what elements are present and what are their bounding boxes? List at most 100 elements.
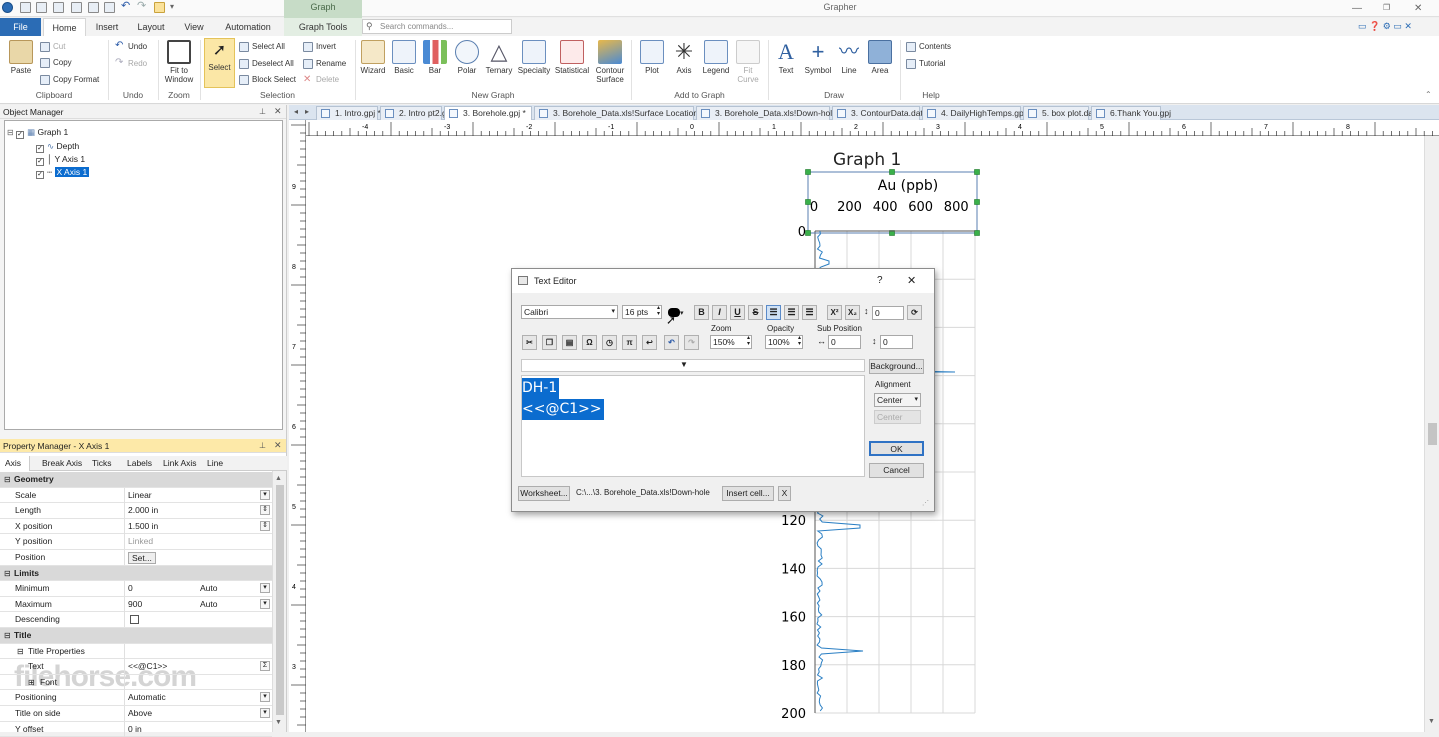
delete-button[interactable]: ✕ Delete: [303, 74, 339, 86]
property-row[interactable]: Length 2.000 in ⇕: [0, 503, 272, 519]
wizard-button[interactable]: Wizard: [357, 38, 389, 75]
tree-node-x-axis[interactable]: ✓ ┄ X Axis 1: [36, 166, 90, 179]
doc-tab[interactable]: 6.Thank You.gpj: [1091, 106, 1171, 120]
insert-symbol-button[interactable]: Ω: [582, 335, 597, 350]
refresh-button[interactable]: ⟳: [907, 305, 922, 320]
dropdown-arrow-icon[interactable]: ▾: [260, 598, 270, 609]
add-axis-button[interactable]: ✳ Axis: [670, 38, 698, 76]
property-value-secondary[interactable]: Auto: [200, 597, 218, 612]
spinner-icon[interactable]: ⇕: [260, 520, 270, 531]
align-right-button[interactable]: ☰: [802, 305, 817, 320]
invert-button[interactable]: Invert: [303, 41, 336, 53]
font-select[interactable]: Calibri ▾: [521, 305, 618, 319]
checkbox-checked-icon[interactable]: ✓: [36, 145, 44, 153]
draw-symbol-button[interactable]: + Symbol: [803, 38, 833, 76]
checkbox-checked-icon[interactable]: ✓: [36, 171, 44, 179]
copy-text-button[interactable]: ❐: [542, 335, 557, 350]
checkbox-checked-icon[interactable]: ✓: [16, 131, 25, 139]
basic-graph-button[interactable]: Basic: [390, 38, 418, 75]
tab-automation[interactable]: Automation: [216, 18, 280, 36]
superscript-button[interactable]: X²: [827, 305, 842, 320]
rename-button[interactable]: Rename: [303, 58, 346, 70]
tab-axis[interactable]: Axis: [0, 456, 30, 471]
property-value[interactable]: <<@C1>>: [128, 659, 167, 674]
collapse-icon[interactable]: ⊟: [4, 566, 11, 581]
property-row[interactable]: Descending: [0, 612, 272, 628]
dialog-close-button[interactable]: ✕: [907, 274, 916, 287]
property-value[interactable]: 0 in: [128, 722, 142, 737]
fit-to-window-button[interactable]: Fit to Window: [160, 38, 198, 84]
ok-button[interactable]: OK: [869, 441, 924, 456]
ternary-graph-button[interactable]: △ Ternary: [483, 38, 515, 76]
pin-icon[interactable]: ⊥: [259, 107, 266, 116]
property-value[interactable]: 1.500 in: [128, 519, 158, 534]
doc-tab[interactable]: 1. Intro.gpj *: [316, 106, 381, 120]
help-icon[interactable]: ❓: [1369, 21, 1380, 31]
paste-text-button[interactable]: ▤: [562, 335, 577, 350]
subscript-button[interactable]: X₂: [845, 305, 860, 320]
sum-icon[interactable]: Σ: [260, 661, 270, 672]
tree-node-graph[interactable]: ⊟ ✓ ▦ Graph 1: [7, 126, 68, 139]
redo-text-button[interactable]: ↷: [684, 335, 699, 350]
select-button[interactable]: ➚ Select: [204, 38, 235, 88]
insert-date-button[interactable]: ◷: [602, 335, 617, 350]
dropdown-arrow-icon[interactable]: ▾: [260, 583, 270, 594]
property-value[interactable]: Set...: [128, 552, 156, 564]
font-size-spinner[interactable]: 16 pts ▴ ▾: [622, 305, 662, 319]
text-edit-area[interactable]: DH-1 <<@C1>>: [521, 375, 865, 477]
undo-button[interactable]: ↶ Undo: [115, 41, 147, 53]
tab-layout[interactable]: Layout: [130, 18, 172, 36]
select-all-button[interactable]: Select All: [239, 41, 285, 53]
doc-tab[interactable]: 5. box plot.dat: [1023, 106, 1095, 120]
tree-node-y-axis[interactable]: ✓ │ Y Axis 1: [36, 153, 85, 166]
polar-graph-button[interactable]: Polar: [452, 38, 482, 75]
graph-title[interactable]: Graph 1: [833, 150, 901, 170]
property-row[interactable]: ⊞ Font: [0, 674, 272, 691]
property-row[interactable]: Minimum 0 Auto ▾: [0, 581, 272, 597]
tab-file[interactable]: File: [0, 18, 41, 36]
block-select-button[interactable]: Block Select: [239, 74, 296, 86]
deselect-all-button[interactable]: Deselect All: [239, 58, 294, 70]
strikethrough-button[interactable]: S: [748, 305, 763, 320]
bar-graph-button[interactable]: Bar: [421, 38, 449, 75]
tab-home[interactable]: Home: [43, 18, 86, 36]
settings-icon[interactable]: ⚙: [1383, 21, 1391, 31]
close-doc-icon[interactable]: ✕: [1404, 21, 1412, 31]
checkbox-checked-icon[interactable]: ✓: [36, 158, 44, 166]
property-value[interactable]: 2.000 in: [128, 503, 158, 518]
tab-line[interactable]: Line: [207, 458, 223, 468]
minimize-ribbon-icon[interactable]: ▭: [1358, 21, 1367, 31]
property-value-secondary[interactable]: Auto: [200, 581, 218, 596]
close-panel-icon[interactable]: ✕: [274, 440, 282, 451]
text-line-1[interactable]: DH-1: [522, 378, 560, 399]
doc-tab[interactable]: 3. Borehole_Data.xls!Down-hole: [696, 106, 837, 120]
property-row[interactable]: Y offset 0 in: [0, 721, 272, 737]
property-value[interactable]: Linear: [128, 488, 152, 503]
insert-link-button[interactable]: ↩: [642, 335, 657, 350]
redo-button[interactable]: ↷ Redo: [115, 58, 147, 70]
property-row[interactable]: Position Set...: [0, 550, 272, 566]
dropdown-arrow-icon[interactable]: ▾: [260, 692, 270, 703]
draw-line-button[interactable]: 〰 Line: [835, 38, 863, 75]
align-left-button[interactable]: ☰: [766, 305, 781, 320]
property-value[interactable]: Automatic: [128, 690, 166, 705]
copy-button[interactable]: Copy: [40, 57, 72, 69]
property-row[interactable]: Scale Linear ▾: [0, 487, 272, 504]
property-value[interactable]: 0: [128, 581, 133, 596]
cut-button[interactable]: Cut: [40, 41, 65, 53]
doc-tab[interactable]: 3. Borehole.gpj *: [444, 106, 532, 120]
spinner-icon[interactable]: ⇕: [260, 505, 270, 516]
add-legend-button[interactable]: Legend: [700, 38, 732, 75]
property-value[interactable]: 900: [128, 597, 142, 612]
pin-icon[interactable]: ⊥: [259, 441, 266, 450]
property-row[interactable]: Maximum 900 Auto ▾: [0, 596, 272, 613]
property-scrollbar[interactable]: ▲ ▼: [272, 471, 286, 732]
underline-button[interactable]: U: [730, 305, 745, 320]
collapse-ribbon-icon[interactable]: ⌃: [1425, 90, 1432, 99]
undo-text-button[interactable]: ↶: [664, 335, 679, 350]
sub-position-v-spinner[interactable]: 0: [880, 335, 913, 349]
restore-button[interactable]: ❐: [1383, 3, 1390, 12]
worksheet-button[interactable]: Worksheet...: [518, 486, 570, 501]
cancel-button[interactable]: Cancel: [869, 463, 924, 478]
collapse-icon[interactable]: ⊟: [17, 644, 24, 659]
